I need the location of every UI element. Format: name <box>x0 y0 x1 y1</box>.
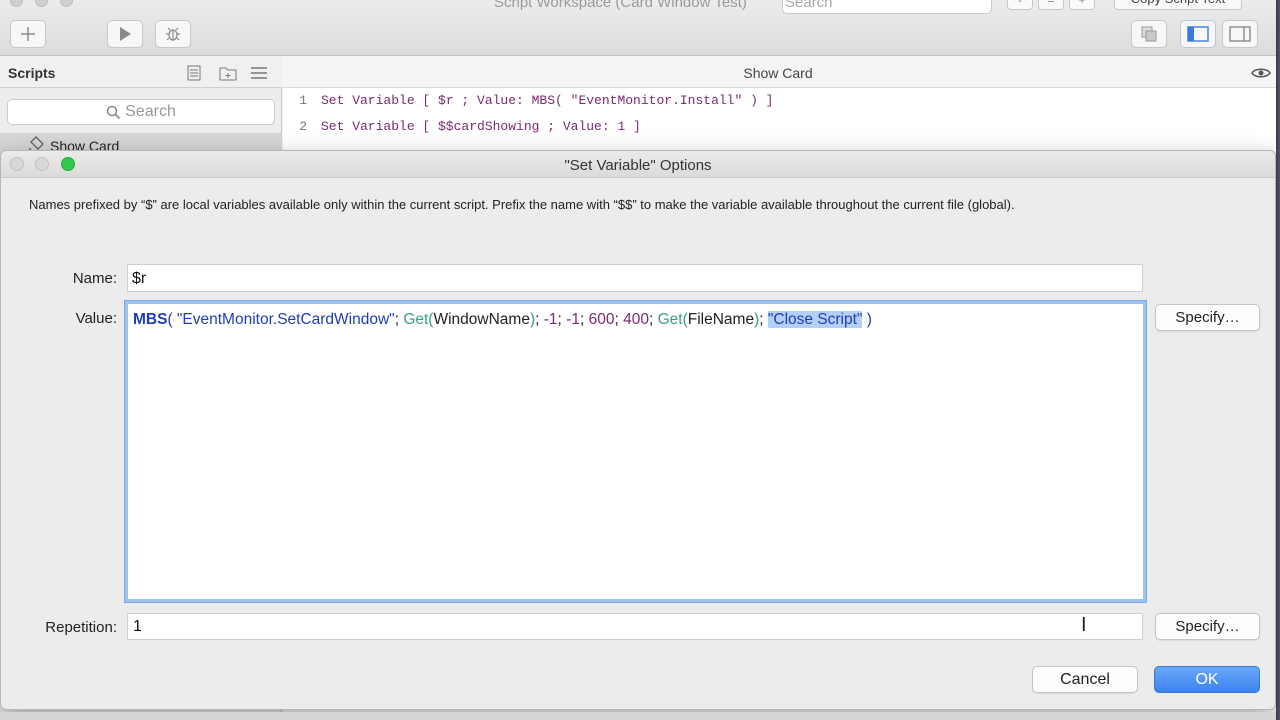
scripts-header: Scripts <box>0 57 282 88</box>
list-menu-icon[interactable] <box>250 65 268 81</box>
editor-title: Show Card <box>743 65 813 81</box>
calc-number: 600 <box>588 311 615 328</box>
toggle-right-pane-button[interactable] <box>1222 20 1258 48</box>
workspace-toolbar: Script Workspace (Card Window Test) Sear… <box>0 0 1280 56</box>
copy-script-text-button[interactable]: Copy Script Text <box>1114 0 1242 10</box>
editor-header: Show Card <box>283 57 1280 88</box>
value-calculation-input[interactable]: MBS( "EventMonitor.SetCardWindow"; Get(W… <box>125 301 1146 602</box>
set-variable-options-dialog: "Set Variable" Options Names prefixed by… <box>0 150 1276 710</box>
calc-token: ; <box>614 311 624 328</box>
window-bottom-edge <box>0 712 1280 720</box>
copy-icon <box>1141 26 1157 42</box>
calc-string: "EventMonitor.SetCardWindow" <box>176 311 395 328</box>
scripts-search-placeholder: Search <box>125 103 176 120</box>
zoom-window-button[interactable] <box>60 0 73 7</box>
value-label: Value: <box>75 310 117 327</box>
calc-token: WindowName <box>433 311 530 328</box>
script-line[interactable]: 2 Set Variable [ $$cardShowing ; Value: … <box>283 114 1280 140</box>
workspace-title: Script Workspace (Card Window Test) <box>494 0 747 11</box>
search-icon <box>106 105 121 119</box>
calc-get-function: Get( <box>403 311 434 328</box>
debug-script-button[interactable] <box>155 20 191 48</box>
calc-token: FileName <box>687 311 755 328</box>
right-sidebar-icon <box>1229 26 1251 42</box>
calc-token: ; <box>648 311 658 328</box>
calc-number: -1 <box>566 311 580 328</box>
name-input[interactable]: $r <box>127 264 1143 292</box>
toggle-left-pane-button[interactable] <box>1180 20 1216 48</box>
zoom-out-button[interactable]: - <box>1007 0 1033 10</box>
text-cursor-icon: I <box>1081 614 1087 636</box>
calc-token: ) <box>862 311 872 328</box>
dialog-titlebar: "Set Variable" Options <box>1 151 1275 178</box>
play-icon <box>120 27 131 41</box>
specify-repetition-button[interactable]: Specify… <box>1155 613 1260 640</box>
new-script-button[interactable] <box>10 20 46 48</box>
zoom-in-button[interactable]: + <box>1069 0 1095 10</box>
dialog-description: Names prefixed by “$” are local variable… <box>29 197 1015 212</box>
script-line[interactable]: 1 Set Variable [ $r ; Value: MBS( "Event… <box>283 88 1280 114</box>
repetition-label: Repetition: <box>45 619 117 636</box>
line-text: Set Variable [ $$cardShowing ; Value: 1 … <box>321 119 641 134</box>
plus-icon <box>21 27 35 41</box>
specify-value-button[interactable]: Specify… <box>1155 304 1260 331</box>
calc-number: -1 <box>543 311 558 328</box>
run-script-button[interactable] <box>107 20 143 48</box>
calc-get-function: Get( <box>657 311 688 328</box>
workspace-search-placeholder: Search <box>785 0 833 11</box>
desktop-background-edge <box>1276 0 1280 720</box>
name-label: Name: <box>72 270 117 287</box>
new-folder-icon[interactable] <box>219 65 237 81</box>
calc-number: 400 <box>623 311 649 328</box>
calc-token: ; <box>579 311 589 328</box>
calc-function: MBS <box>133 311 168 328</box>
workspace-search-input[interactable]: Search <box>782 0 992 14</box>
ok-button[interactable]: OK <box>1154 666 1260 693</box>
calc-token: ; <box>535 311 544 328</box>
cancel-button[interactable]: Cancel <box>1032 666 1138 693</box>
calc-selected-string: "Close Script" <box>767 311 863 328</box>
close-window-button[interactable] <box>10 0 23 7</box>
dialog-title: "Set Variable" Options <box>564 157 712 174</box>
line-number: 1 <box>299 93 307 108</box>
scripts-label: Scripts <box>8 65 56 81</box>
left-sidebar-icon <box>1187 26 1209 42</box>
new-script-icon[interactable] <box>185 65 203 81</box>
eye-icon[interactable] <box>1251 66 1271 80</box>
copy-button[interactable] <box>1131 20 1167 48</box>
calc-token: ; <box>759 311 768 328</box>
zoom-reset-button[interactable]: = <box>1038 0 1064 10</box>
bug-icon <box>166 27 180 41</box>
calc-token: ( <box>167 311 177 328</box>
minimize-window-button[interactable] <box>35 0 48 7</box>
scripts-search-input[interactable]: Search <box>7 99 275 125</box>
calc-token: ; <box>557 311 567 328</box>
line-text: Set Variable [ $r ; Value: MBS( "EventMo… <box>321 93 774 108</box>
repetition-input[interactable]: 1 <box>127 613 1143 640</box>
line-number: 2 <box>299 119 307 134</box>
